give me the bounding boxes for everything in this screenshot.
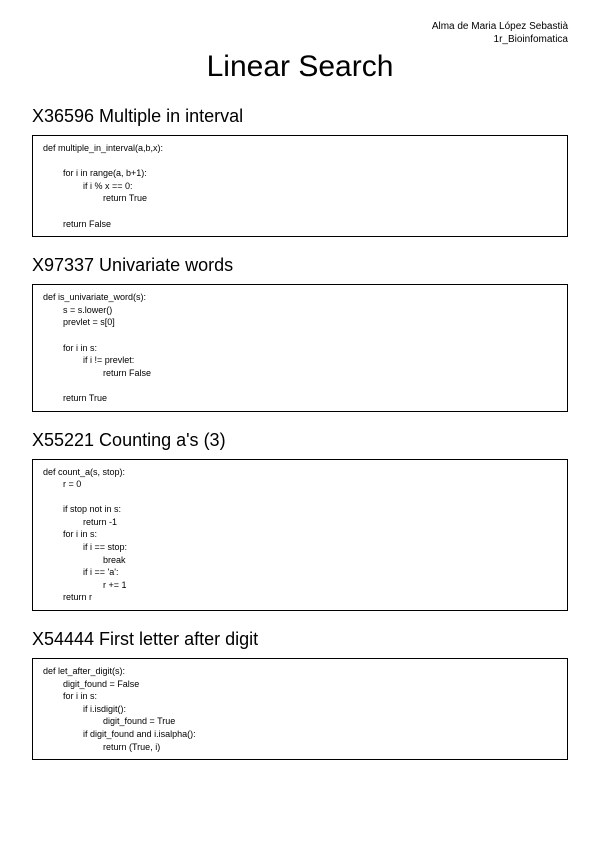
page-title: Linear Search [32, 50, 568, 84]
code-block: def is_univariate_word(s): s = s.lower()… [32, 284, 568, 411]
section-heading: X36596 Multiple in interval [32, 106, 568, 127]
section-heading: X97337 Univariate words [32, 255, 568, 276]
code-block: def multiple_in_interval(a,b,x): for i i… [32, 135, 568, 237]
author-name: Alma de Maria López Sebastià [32, 20, 568, 33]
code-block: def let_after_digit(s): digit_found = Fa… [32, 658, 568, 760]
section-heading: X54444 First letter after digit [32, 629, 568, 650]
section-heading: X55221 Counting a's (3) [32, 430, 568, 451]
header-meta: Alma de Maria López Sebastià 1r_Bioinfom… [32, 20, 568, 46]
code-block: def count_a(s, stop): r = 0 if stop not … [32, 459, 568, 612]
course-name: 1r_Bioinfomatica [32, 33, 568, 46]
